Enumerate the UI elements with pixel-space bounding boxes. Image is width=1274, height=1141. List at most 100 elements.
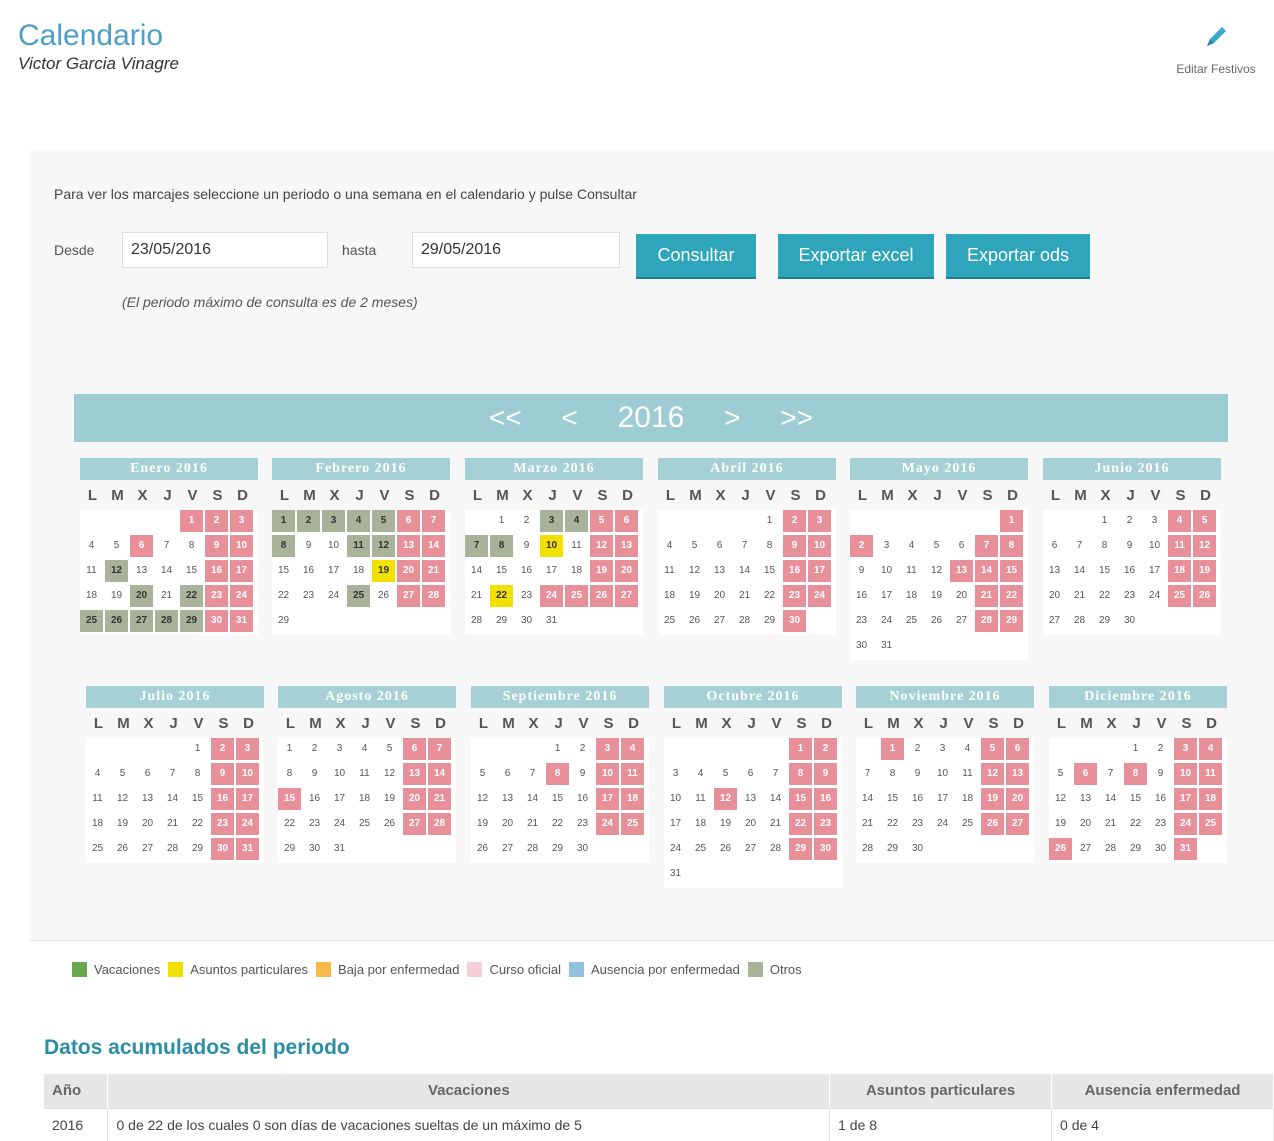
calendar-day[interactable]: 14 [733,560,756,582]
calendar-day[interactable]: 17 [596,788,619,810]
calendar-day[interactable]: 8 [1124,763,1147,785]
calendar-day[interactable]: 5 [1049,763,1072,785]
calendar-day[interactable]: 29 [490,610,513,632]
calendar-day[interactable]: 21 [1068,585,1091,607]
calendar-day[interactable]: 17 [230,560,253,582]
calendar-day[interactable]: 17 [236,788,259,810]
calendar-day[interactable]: 13 [496,788,519,810]
calendar-day[interactable]: 25 [347,585,370,607]
calendar-day[interactable]: 1 [490,510,513,532]
calendar-day[interactable]: 31 [230,610,253,632]
calendar-day[interactable]: 5 [105,535,128,557]
calendar-day[interactable]: 20 [1006,788,1029,810]
calendar-day[interactable]: 4 [621,738,644,760]
calendar-day[interactable]: 5 [683,535,706,557]
calendar-day[interactable]: 17 [328,788,351,810]
calendar-day[interactable]: 23 [211,813,234,835]
calendar-day[interactable]: 23 [571,813,594,835]
calendar-day[interactable]: 18 [621,788,644,810]
calendar-day[interactable]: 29 [546,838,569,860]
calendar-day[interactable]: 7 [1068,535,1091,557]
calendar-day[interactable]: 21 [975,585,998,607]
calendar-day[interactable]: 24 [1143,585,1166,607]
calendar-day[interactable]: 9 [297,535,320,557]
calendar-day[interactable]: 8 [789,763,812,785]
calendar-day[interactable]: 25 [565,585,588,607]
calendar-day[interactable]: 26 [1049,838,1072,860]
calendar-day[interactable]: 29 [186,838,209,860]
calendar-day[interactable]: 5 [378,738,401,760]
calendar-day[interactable]: 2 [515,510,538,532]
calendar-day[interactable]: 24 [596,813,619,835]
calendar-day[interactable]: 13 [403,763,426,785]
calendar-day[interactable]: 11 [86,788,109,810]
calendar-day[interactable]: 27 [403,813,426,835]
calendar-day[interactable]: 6 [1074,763,1097,785]
calendar-day[interactable]: 19 [1193,560,1216,582]
calendar-day[interactable]: 8 [758,535,781,557]
calendar-day[interactable]: 12 [925,560,948,582]
calendar-day[interactable]: 13 [708,560,731,582]
calendar-day[interactable]: 21 [161,813,184,835]
calendar-day[interactable]: 2 [303,738,326,760]
calendar-day[interactable]: 6 [397,510,420,532]
calendar-day[interactable]: 26 [590,585,613,607]
calendar-day[interactable]: 9 [814,763,837,785]
calendar-day[interactable]: 15 [758,560,781,582]
calendar-day[interactable]: 11 [900,560,923,582]
calendar-day[interactable]: 30 [1149,838,1172,860]
calendar-day[interactable]: 17 [322,560,345,582]
calendar-day[interactable]: 20 [615,560,638,582]
calendar-day[interactable]: 16 [211,788,234,810]
calendar-day[interactable]: 25 [900,610,923,632]
calendar-day[interactable]: 15 [272,560,295,582]
calendar-day[interactable]: 26 [372,585,395,607]
calendar-day[interactable]: 8 [278,763,301,785]
calendar-day[interactable]: 11 [565,535,588,557]
calendar-day[interactable]: 24 [328,813,351,835]
calendar-day[interactable]: 27 [130,610,153,632]
calendar-day[interactable]: 4 [1199,738,1222,760]
calendar-day[interactable]: 24 [540,585,563,607]
calendar-day[interactable]: 3 [328,738,351,760]
calendar-day[interactable]: 20 [397,560,420,582]
calendar-day[interactable]: 25 [689,838,712,860]
calendar-day[interactable]: 13 [1074,788,1097,810]
calendar-day[interactable]: 28 [161,838,184,860]
prev-year-button[interactable]: << [489,394,522,442]
calendar-day[interactable]: 11 [689,788,712,810]
calendar-day[interactable]: 16 [297,560,320,582]
calendar-day[interactable]: 30 [1118,610,1141,632]
calendar-day[interactable]: 20 [403,788,426,810]
calendar-day[interactable]: 19 [590,560,613,582]
calendar-day[interactable]: 18 [1199,788,1222,810]
calendar-day[interactable]: 10 [875,560,898,582]
calendar-day[interactable]: 15 [789,788,812,810]
calendar-day[interactable]: 11 [956,763,979,785]
calendar-day[interactable]: 31 [540,610,563,632]
calendar-day[interactable]: 16 [1118,560,1141,582]
calendar-day[interactable]: 8 [180,535,203,557]
calendar-day[interactable]: 13 [1006,763,1029,785]
calendar-day[interactable]: 1 [1124,738,1147,760]
calendar-day[interactable]: 26 [111,838,134,860]
calendar-day[interactable]: 16 [571,788,594,810]
calendar-day[interactable]: 16 [1149,788,1172,810]
calendar-day[interactable]: 16 [303,788,326,810]
calendar-day[interactable]: 20 [1074,813,1097,835]
calendar-day[interactable]: 21 [521,813,544,835]
calendar-day[interactable]: 16 [515,560,538,582]
calendar-day[interactable]: 29 [881,838,904,860]
calendar-day[interactable]: 24 [931,813,954,835]
calendar-day[interactable]: 2 [783,510,806,532]
calendar-day[interactable]: 2 [814,738,837,760]
calendar-day[interactable]: 22 [272,585,295,607]
calendar-day[interactable]: 11 [621,763,644,785]
calendar-day[interactable]: 9 [850,560,873,582]
calendar-day[interactable]: 12 [111,788,134,810]
calendar-day[interactable]: 31 [1174,838,1197,860]
calendar-day[interactable]: 2 [850,535,873,557]
calendar-day[interactable]: 19 [471,813,494,835]
calendar-day[interactable]: 15 [278,788,301,810]
calendar-day[interactable]: 28 [764,838,787,860]
